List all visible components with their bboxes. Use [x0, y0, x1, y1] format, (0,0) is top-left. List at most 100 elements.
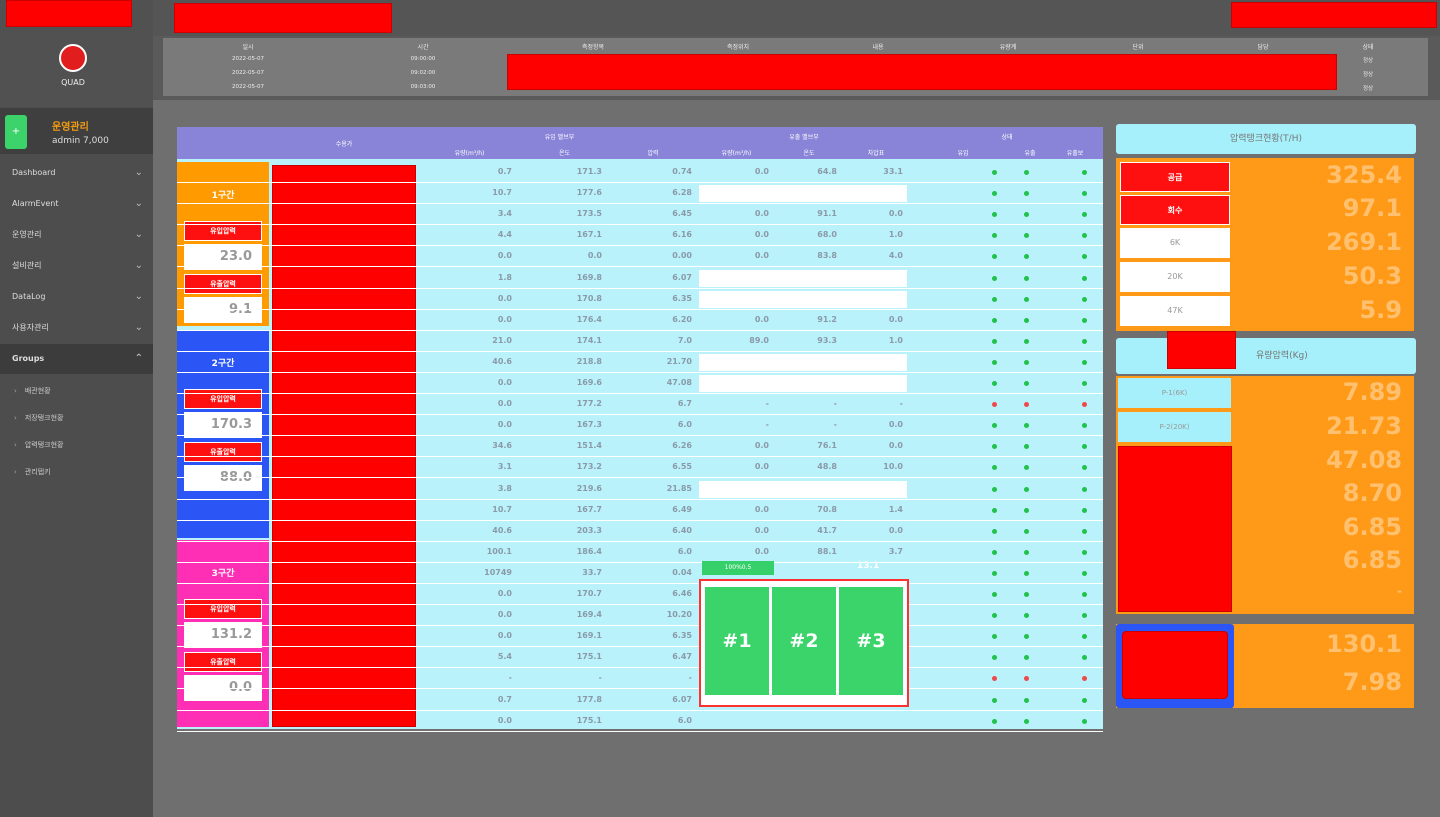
status-dot	[1024, 718, 1029, 724]
table-cell: 0.0	[888, 441, 903, 451]
green-status-tag: 100%0.5	[702, 561, 774, 575]
empty-cell-block	[699, 353, 907, 371]
history-cell: 정상	[1362, 58, 1374, 64]
supply-label: 공급	[1120, 162, 1230, 192]
table-cell: 6.16	[672, 230, 692, 240]
status-dot	[992, 528, 997, 534]
menu-dashboard[interactable]: Dashboard ⌄	[0, 158, 153, 188]
table-cell: 0.0	[754, 546, 769, 556]
table-cell: 93.3	[817, 335, 837, 345]
p2-value: 21.73	[1326, 412, 1402, 440]
table-cell: 33.1	[883, 167, 903, 176]
status-dot	[992, 170, 997, 175]
user-add-button[interactable]: +	[5, 115, 27, 149]
20k-label: 20K	[1120, 262, 1230, 292]
submenu-item[interactable]: › 관리탭키	[0, 459, 153, 485]
menu-equipment[interactable]: 설비관리 ⌄	[0, 251, 153, 281]
menu-label: DataLog	[12, 292, 46, 301]
history-col-header: 단위	[1132, 44, 1144, 51]
pressure-value: 6.85	[1342, 513, 1402, 541]
pressure-panel-title: 유량압력(Kg)	[1116, 338, 1416, 374]
status-dot	[1082, 275, 1087, 281]
status-dot	[1082, 718, 1087, 724]
status-dot	[1082, 170, 1087, 175]
table-cell: 0.0	[754, 209, 769, 219]
menu-label: 설비관리	[12, 261, 42, 270]
p1-label: P-1(6K)	[1118, 378, 1231, 408]
summary-value-1: 130.1	[1326, 630, 1402, 658]
logo-icon[interactable]	[59, 44, 87, 72]
sensor-1-button[interactable]: #1	[705, 587, 769, 695]
menu-alarm-event[interactable]: AlarmEvent ⌄	[0, 189, 153, 219]
status-dot	[1082, 592, 1087, 597]
return-label: 회수	[1120, 195, 1230, 225]
status-dot	[1082, 338, 1087, 344]
chevron-down-icon: ⌄	[134, 167, 143, 178]
table-cell: -	[765, 399, 769, 409]
redacted-summary-label	[1122, 631, 1228, 699]
submenu-item[interactable]: › 저장탱크현황	[0, 405, 153, 431]
submenu-item[interactable]: › 배관현황	[0, 378, 153, 404]
table-cell: 21.85	[666, 483, 692, 493]
submenu-label: 저장탱크현황	[24, 414, 64, 422]
empty-cell-block	[699, 480, 907, 498]
table-cell: 0.7	[497, 694, 512, 704]
table-cell: 6.7	[677, 399, 692, 409]
user-name: 운영관리	[52, 122, 89, 133]
table-cell: -	[833, 399, 837, 409]
table-cell: 0.0	[888, 209, 903, 219]
table-cell: 203.3	[576, 525, 602, 535]
menu-users[interactable]: 사용자관리 ⌄	[0, 313, 153, 343]
table-cell: 6.45	[672, 209, 692, 219]
status-dot	[992, 359, 997, 365]
table-cell: 169.6	[576, 378, 602, 387]
table-cell: 167.7	[576, 504, 602, 514]
status-dot	[992, 486, 997, 492]
menu-label: AlarmEvent	[12, 199, 59, 208]
sensor-3-button[interactable]: #3	[839, 587, 903, 695]
empty-cell-block	[699, 185, 907, 203]
menu-groups[interactable]: Groups ⌃	[0, 344, 153, 374]
table-cell: 3.4	[497, 209, 512, 219]
history-cell: 2022-05-07	[232, 84, 264, 90]
chevron-right-icon: ›	[14, 414, 17, 422]
status-dot	[1082, 317, 1087, 323]
submenu-label: 관리탭키	[24, 468, 51, 476]
table-cell: 6.40	[672, 525, 692, 535]
table-cell: 173.5	[576, 209, 602, 219]
status-dot	[992, 507, 997, 513]
redacted-panel-title	[1167, 331, 1236, 369]
pressure-value: 6.85	[1342, 546, 1402, 574]
header-group-status: 상태	[1001, 134, 1013, 141]
menu-datalog[interactable]: DataLog ⌄	[0, 282, 153, 312]
table-cell: 1.8	[497, 272, 512, 282]
history-cell: 09:02:00	[410, 70, 436, 76]
status-dot	[992, 275, 997, 281]
table-cell: 6.20	[672, 314, 692, 324]
menu-label: 운영관리	[12, 230, 42, 239]
sensor-2-button[interactable]: #2	[772, 587, 836, 695]
menu-label: Groups	[12, 354, 45, 363]
table-cell: 218.8	[576, 356, 602, 366]
table-cell: 0.74	[672, 167, 692, 176]
table-cell: 0.04	[672, 567, 692, 577]
table-cell: 167.3	[576, 420, 602, 430]
status-dot	[992, 570, 997, 576]
table-cell: 10.0	[883, 462, 903, 472]
submenu-item[interactable]: › 압력탱크현황	[0, 432, 153, 458]
history-col-header: 상태	[1362, 44, 1374, 51]
history-cell: 2022-05-07	[232, 70, 264, 76]
status-dot	[1082, 570, 1087, 576]
redacted-top-right	[1231, 2, 1437, 28]
table-cell: 175.1	[576, 715, 602, 725]
status-dot	[1024, 486, 1029, 492]
table-cell: 170.7	[576, 589, 602, 598]
20k-value: 50.3	[1342, 262, 1402, 290]
menu-label: Dashboard	[12, 168, 56, 177]
menu-operation[interactable]: 운영관리 ⌄	[0, 220, 153, 250]
table-cell: 0.0	[754, 504, 769, 514]
sub-header: 압력	[647, 150, 659, 157]
redacted-page-title	[174, 3, 392, 33]
chevron-down-icon: ⌄	[134, 322, 143, 333]
table-cell: 0.0	[754, 525, 769, 535]
